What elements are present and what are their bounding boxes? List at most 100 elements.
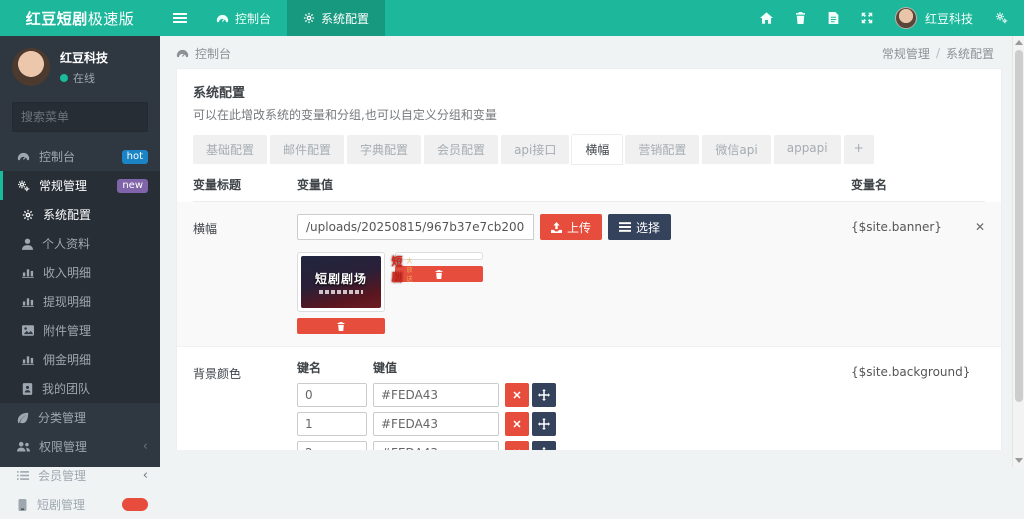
breadcrumb-home[interactable]: 控制台 bbox=[195, 45, 231, 62]
sidebar-item-commission-detail[interactable]: 佣金明细 bbox=[0, 345, 160, 374]
sidebar-username: 红豆科技 bbox=[60, 49, 108, 66]
value-input[interactable] bbox=[373, 441, 499, 450]
home-button[interactable] bbox=[760, 12, 773, 24]
scroll-down-arrow[interactable] bbox=[1015, 458, 1023, 463]
sidebar-item-label: 收入明细 bbox=[43, 264, 148, 281]
sidebar-item-label: 控制台 bbox=[39, 148, 113, 165]
scroll-up-arrow[interactable] bbox=[1015, 40, 1023, 45]
banner-image-1[interactable]: 短剧剧场 bbox=[301, 256, 381, 308]
sidebar-user-panel[interactable]: 红豆科技 在线 bbox=[0, 36, 160, 96]
sidebar-item-income-detail[interactable]: 收入明细 bbox=[0, 258, 160, 287]
online-dot bbox=[60, 74, 68, 82]
breadcrumb-page: 系统配置 bbox=[946, 45, 994, 62]
trash-icon bbox=[435, 270, 443, 279]
tab-appapi[interactable]: appapi bbox=[774, 135, 841, 164]
chevron-left-icon: ‹ bbox=[143, 468, 148, 483]
table-header: 变量标题 变量值 变量名 bbox=[193, 176, 985, 202]
dashboard-icon bbox=[17, 151, 30, 162]
topnav-tab-label: 控制台 bbox=[235, 10, 271, 27]
sidebar-item-my-team[interactable]: 我的团队 bbox=[0, 374, 160, 403]
kv-row: ✕ bbox=[297, 412, 851, 436]
mobile-icon bbox=[17, 499, 28, 511]
tab-marketing-config[interactable]: 营销配置 bbox=[625, 135, 699, 164]
expand-icon bbox=[861, 12, 873, 24]
remove-pair-button[interactable]: ✕ bbox=[505, 383, 529, 407]
sidebar-item-label: 我的团队 bbox=[42, 380, 148, 397]
red-count-badge bbox=[122, 498, 148, 511]
dashboard-icon bbox=[216, 13, 229, 24]
sidebar-menu: 控制台 hot 常规管理 new 系统配置 个人资料 收入明细 提现明细 bbox=[0, 142, 160, 519]
sidebar-item-profile[interactable]: 个人资料 bbox=[0, 229, 160, 258]
kv-row: ✕ bbox=[297, 441, 851, 450]
tab-api[interactable]: api接口 bbox=[501, 135, 569, 164]
choose-button[interactable]: 选择 bbox=[608, 214, 671, 240]
upload-icon bbox=[551, 222, 562, 233]
move-pair-button[interactable] bbox=[532, 383, 556, 407]
tab-basic-config[interactable]: 基础配置 bbox=[193, 135, 267, 164]
delete-variable-icon[interactable]: ✕ bbox=[969, 214, 985, 234]
panel-title: 系统配置 bbox=[193, 82, 985, 101]
menu-search[interactable] bbox=[12, 102, 148, 132]
new-badge: new bbox=[117, 179, 148, 193]
bar-chart-icon bbox=[22, 296, 34, 307]
sidebar-item-withdraw-detail[interactable]: 提现明细 bbox=[0, 287, 160, 316]
sidebar-item-system-config[interactable]: 系统配置 bbox=[0, 200, 160, 229]
tab-dictionary-config[interactable]: 字典配置 bbox=[347, 135, 421, 164]
fullscreen-button[interactable] bbox=[861, 12, 873, 24]
scrollbar-thumb[interactable] bbox=[1015, 50, 1023, 402]
clear-cache-button[interactable] bbox=[795, 12, 806, 24]
move-pair-button[interactable] bbox=[532, 412, 556, 436]
tab-wechat-api[interactable]: 微信api bbox=[702, 135, 770, 164]
sidebar-item-drama-management[interactable]: 短剧管理 bbox=[0, 490, 160, 519]
topnav-tab-label: 系统配置 bbox=[321, 10, 369, 27]
sidebar-item-member-management[interactable]: 会员管理 ‹ bbox=[0, 461, 160, 490]
sidebar-item-label: 系统配置 bbox=[43, 206, 148, 223]
sidebar-item-attachment-management[interactable]: 附件管理 bbox=[0, 316, 160, 345]
remove-pair-button[interactable]: ✕ bbox=[505, 412, 529, 436]
chevron-left-icon: ‹ bbox=[143, 439, 148, 454]
hot-badge: hot bbox=[122, 150, 148, 164]
settings-button[interactable] bbox=[995, 12, 1008, 24]
row-banner: 横幅 上传 选择 bbox=[177, 202, 1001, 347]
value-input[interactable] bbox=[373, 383, 499, 407]
sidebar-toggle-button[interactable] bbox=[160, 0, 200, 36]
topnav-tab-dashboard[interactable]: 控制台 bbox=[200, 0, 287, 36]
tab-banner[interactable]: 横幅 bbox=[572, 135, 622, 164]
cogs-icon bbox=[995, 12, 1008, 24]
key-input[interactable] bbox=[297, 412, 367, 436]
key-input[interactable] bbox=[297, 383, 367, 407]
vertical-scrollbar[interactable] bbox=[1012, 36, 1024, 467]
move-icon bbox=[538, 418, 550, 430]
sidebar-item-permission-management[interactable]: 权限管理 ‹ bbox=[0, 432, 160, 461]
log-button[interactable] bbox=[828, 12, 839, 24]
upload-button[interactable]: 上传 bbox=[540, 214, 602, 240]
move-pair-button[interactable] bbox=[532, 441, 556, 450]
tab-add-group[interactable]: + bbox=[844, 135, 874, 164]
trash-icon bbox=[795, 12, 806, 24]
bar-chart-icon bbox=[22, 267, 34, 278]
breadcrumb-section[interactable]: 常规管理 bbox=[882, 45, 930, 62]
menu-search-input[interactable] bbox=[21, 110, 171, 124]
hamburger-icon bbox=[173, 12, 187, 24]
key-input[interactable] bbox=[297, 441, 367, 450]
tab-mail-config[interactable]: 邮件配置 bbox=[270, 135, 344, 164]
tab-member-config[interactable]: 会员配置 bbox=[424, 135, 498, 164]
variable-name: {$site.background} bbox=[851, 359, 969, 379]
top-bar: 红豆短剧极速版 控制台 系统配置 红豆科技 bbox=[0, 0, 1024, 36]
topnav-tabs: 控制台 系统配置 bbox=[200, 0, 385, 36]
banner-path-input[interactable] bbox=[297, 214, 534, 240]
list-grid-icon bbox=[619, 222, 631, 232]
sidebar-item-dashboard[interactable]: 控制台 hot bbox=[0, 142, 160, 171]
delete-banner-1-button[interactable] bbox=[297, 318, 385, 334]
value-header: 键值 bbox=[373, 359, 397, 376]
remove-pair-button[interactable]: ✕ bbox=[505, 441, 529, 450]
user-menu[interactable]: 红豆科技 bbox=[895, 7, 973, 29]
topnav-tab-system-config[interactable]: 系统配置 bbox=[287, 0, 385, 36]
banner-thumbnails: 短剧剧场 短剧 bbox=[297, 252, 851, 334]
document-icon bbox=[828, 12, 839, 24]
sidebar-item-category-management[interactable]: 分类管理 bbox=[0, 403, 160, 432]
value-input[interactable] bbox=[373, 412, 499, 436]
app-logo[interactable]: 红豆短剧极速版 bbox=[0, 0, 160, 36]
sidebar-item-general-management[interactable]: 常规管理 new bbox=[0, 171, 160, 200]
row-background-color: 背景颜色 键名 键值 ✕ ✕ bbox=[193, 347, 985, 450]
